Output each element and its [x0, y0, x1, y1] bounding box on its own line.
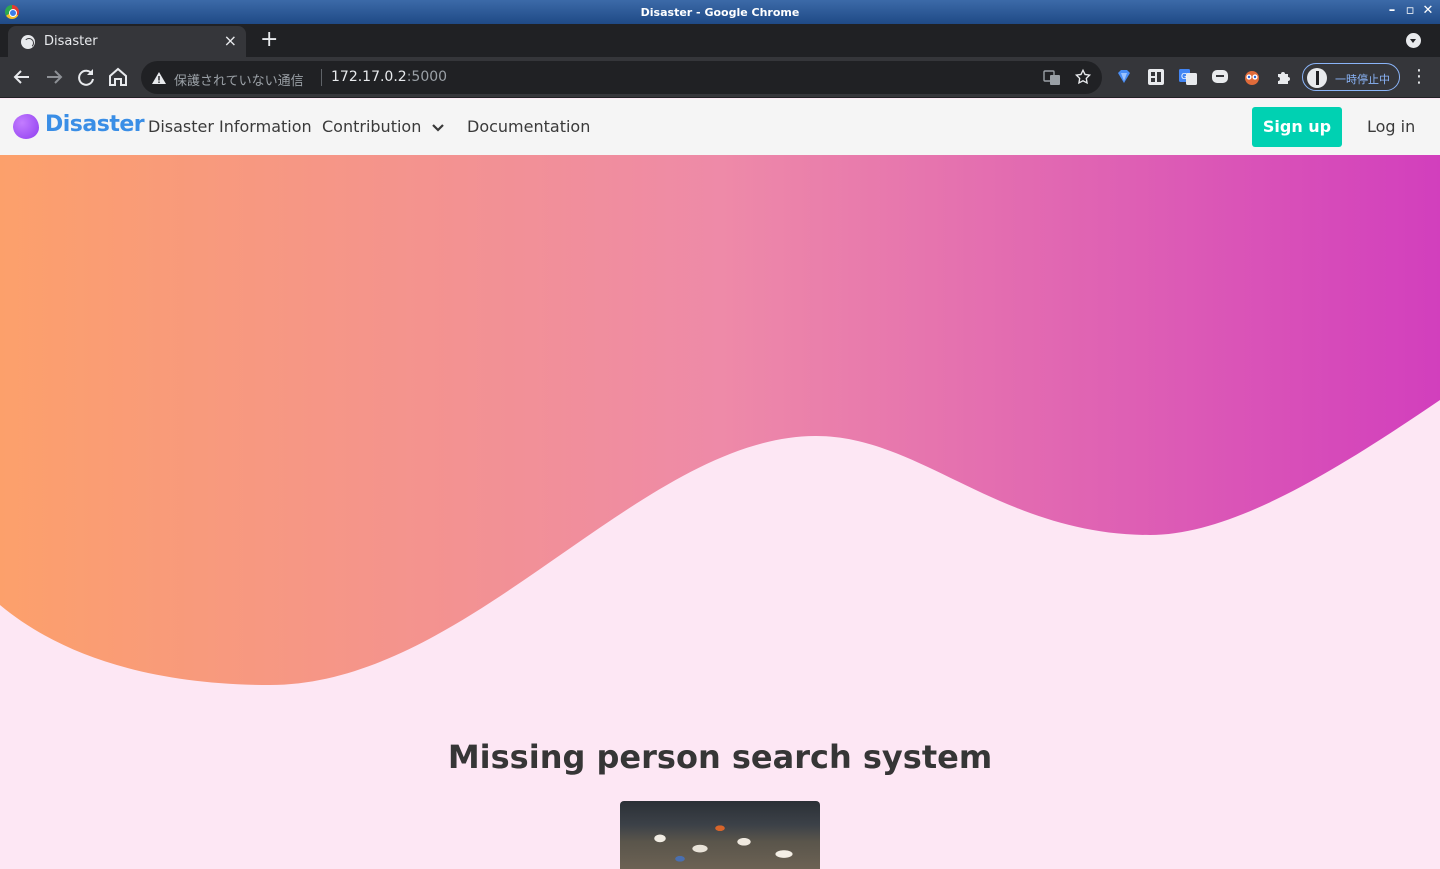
nav-contribution-dropdown[interactable]: Contribution [322, 117, 445, 136]
login-link[interactable]: Log in [1367, 117, 1415, 136]
security-status: 保護されていない通信 [174, 74, 304, 89]
browser-tab[interactable]: Disaster × [8, 26, 246, 57]
url-host: 172.17.0.2 [331, 69, 407, 85]
tab-close-icon[interactable]: × [224, 31, 237, 50]
bookmark-star-icon[interactable] [1074, 68, 1092, 86]
diamond-extension-icon[interactable] [1114, 67, 1134, 87]
tab-strip: Disaster × + [0, 24, 1440, 57]
brand-blob-icon [13, 114, 39, 139]
home-icon[interactable] [106, 65, 130, 89]
browser-toolbar: 保護されていない通信 172.17.0.2:5000 G 一時停止中 ⋮ [0, 57, 1440, 98]
translate-icon[interactable] [1043, 69, 1061, 87]
nav-contribution-label: Contribution [322, 117, 422, 136]
url-port: :5000 [406, 69, 448, 85]
forward-icon[interactable] [42, 65, 66, 89]
puzzle-extensions-icon[interactable] [1274, 67, 1294, 87]
os-titlebar: Disaster - Google Chrome – ▫ ✕ [0, 0, 1440, 24]
close-window-icon[interactable]: ✕ [1422, 3, 1434, 19]
shelter-photo [620, 801, 820, 869]
hero-title: Missing person search system [447, 738, 993, 776]
profile-avatar-icon [1307, 68, 1327, 88]
grid-extension-icon[interactable] [1146, 67, 1166, 87]
google-translate-icon[interactable]: G [1178, 67, 1198, 87]
reload-icon[interactable] [74, 65, 98, 89]
nav-disaster-information[interactable]: Disaster Information [148, 117, 312, 136]
hero-section: Missing person search system [0, 155, 1440, 869]
tab-title: Disaster [44, 34, 98, 49]
url-text[interactable]: 172.17.0.2:5000 [331, 69, 447, 85]
site-navbar: Disaster Disaster Information Contributi… [0, 99, 1440, 155]
globe-icon [21, 35, 35, 49]
address-bar[interactable]: 保護されていない通信 172.17.0.2:5000 [141, 61, 1102, 94]
warning-icon[interactable] [151, 70, 167, 86]
brand-name: Disaster [45, 112, 145, 137]
omnibox-divider [321, 69, 322, 86]
profile-status-label: 一時停止中 [1335, 73, 1390, 86]
owl-extension-icon[interactable] [1242, 67, 1262, 87]
nav-documentation[interactable]: Documentation [467, 117, 590, 136]
window-controls: – ▫ ✕ [1386, 3, 1434, 19]
chevron-down-icon [432, 123, 445, 132]
tab-search-icon[interactable] [1406, 33, 1421, 48]
window-title: Disaster - Google Chrome [640, 6, 800, 19]
signup-button[interactable]: Sign up [1252, 107, 1342, 147]
chrome-menu-icon[interactable]: ⋮ [1410, 66, 1428, 88]
maximize-icon[interactable]: ▫ [1404, 3, 1416, 19]
profile-paused-button[interactable]: 一時停止中 [1302, 63, 1400, 91]
new-tab-button[interactable]: + [260, 27, 278, 53]
chat-extension-icon[interactable] [1210, 67, 1230, 87]
back-icon[interactable] [10, 65, 34, 89]
minimize-icon[interactable]: – [1386, 3, 1398, 19]
svg-text:G: G [1181, 72, 1187, 81]
